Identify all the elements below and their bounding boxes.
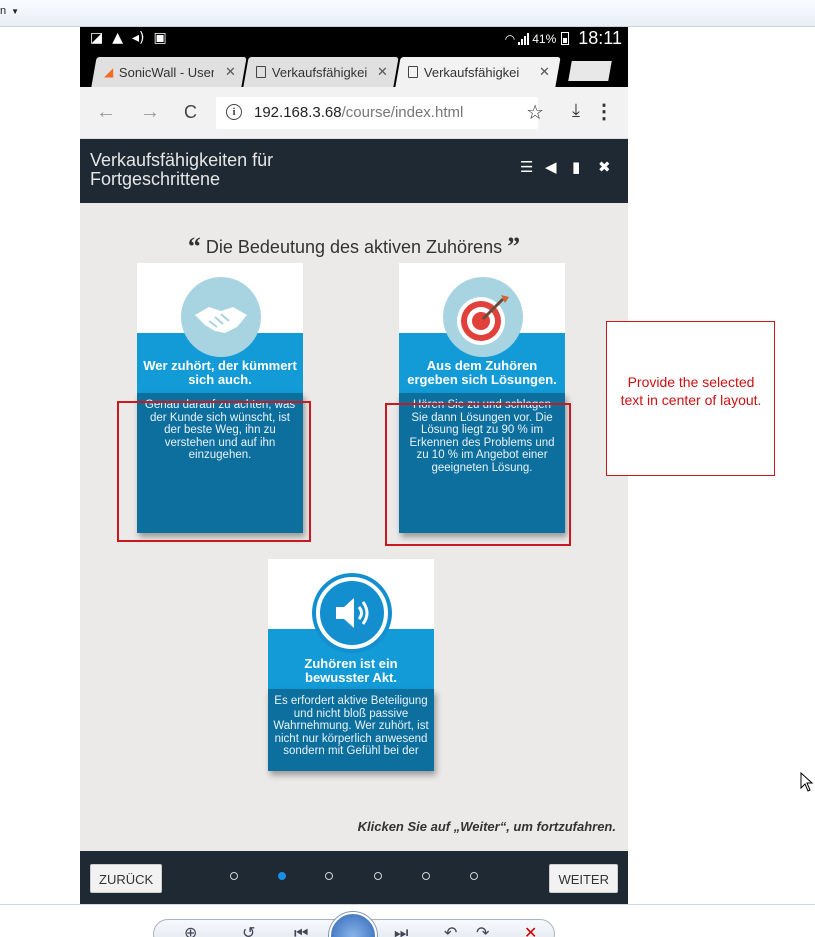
next-icon[interactable]: ⏭ xyxy=(394,923,408,937)
reload-icon[interactable]: C xyxy=(184,102,197,123)
url-text: 192.168.3.68/course/index.html xyxy=(254,104,463,121)
selection-box-2 xyxy=(385,403,571,546)
close-quote-icon: ” xyxy=(507,232,521,261)
mouse-cursor-icon xyxy=(800,772,814,792)
open-quote-icon: “ xyxy=(187,232,201,261)
wifi-icon: ◠ xyxy=(504,31,516,46)
download-icon[interactable]: ⤓ xyxy=(572,100,580,121)
info-card-speaker: Zuhören ist ein bewusster Akt. Es erford… xyxy=(268,559,434,771)
next-button[interactable]: WEITER xyxy=(549,864,618,893)
url-field[interactable]: i 192.168.3.68/course/index.html xyxy=(216,97,538,129)
page-dot-1[interactable] xyxy=(230,872,238,880)
slide-footer: ZURÜCK WEITER xyxy=(80,851,628,904)
course-header: Verkaufsfähigkeiten für Fortgeschrittene… xyxy=(80,139,628,203)
target-icon xyxy=(443,277,523,357)
browser-tab-bar: ◢ SonicWall - User ✕ Verkaufsfähigkei ✕ … xyxy=(80,51,628,87)
url-host: 192.168.3.68 xyxy=(254,104,342,121)
page-dot-4[interactable] xyxy=(374,872,382,880)
info-icon[interactable]: i xyxy=(226,104,242,120)
rotate-icon[interactable]: ↺ xyxy=(242,923,255,937)
clock: 18:11 xyxy=(578,28,622,48)
tab-title: Verkaufsfähigkei xyxy=(424,64,519,80)
rotate-right-icon[interactable]: ↷ xyxy=(476,923,489,937)
back-arrow-icon[interactable]: ← xyxy=(96,101,116,124)
tab-title: SonicWall - User xyxy=(119,64,215,80)
page-dot-5[interactable] xyxy=(422,872,430,880)
forward-arrow-icon[interactable]: → xyxy=(140,101,160,124)
sim-icon: ▣ xyxy=(153,30,167,46)
close-tab-icon[interactable]: ✕ xyxy=(539,64,550,80)
tab-title: Verkaufsfähigkei xyxy=(272,64,367,80)
battery-percent: 41% xyxy=(532,31,557,46)
menu-list-icon[interactable]: ☰ xyxy=(520,158,533,176)
annotation-text: Provide the selected text in center of l… xyxy=(620,374,762,408)
glossary-icon[interactable]: ▮ xyxy=(572,158,580,176)
slide-title-row: “ Die Bedeutung des aktiven Zuhörens ” xyxy=(80,232,628,262)
address-bar: ← → C i 192.168.3.68/course/index.html ☆… xyxy=(80,87,628,139)
status-bar: ◪ ▲ ◂) ▣ ◠ 41% 18:11 xyxy=(80,27,628,51)
bookmark-star-icon[interactable]: ☆ xyxy=(526,100,544,124)
delete-icon[interactable]: ✕ xyxy=(524,923,537,937)
back-button[interactable]: ZURÜCK xyxy=(90,864,163,893)
close-icon[interactable]: ✖ xyxy=(598,158,611,176)
warning-icon: ▲ xyxy=(112,30,124,46)
page-dot-3[interactable] xyxy=(325,872,333,880)
card-text: Es erfordert aktive Beteiligung und nich… xyxy=(268,689,434,771)
volume-icon: ◂) xyxy=(132,30,145,46)
zoom-icon[interactable]: ⊕ xyxy=(184,923,197,937)
slide-title: Die Bedeutung des aktiven Zuhörens xyxy=(205,237,503,257)
url-path: /course/index.html xyxy=(341,104,464,121)
audio-icon[interactable]: ◀ xyxy=(545,158,557,176)
menu-kebab-icon[interactable]: ⋮ xyxy=(594,99,614,124)
tab-sonicwall[interactable]: ◢ SonicWall - User ✕ xyxy=(91,57,247,87)
signal-icon xyxy=(518,32,530,45)
caret-down-icon: ▼ xyxy=(11,7,20,16)
previous-icon[interactable]: ⏮ xyxy=(294,923,308,937)
selection-box-1 xyxy=(117,401,311,542)
host-bottom-toolbar: ⊕ ↺ ⏮ ⏭ ↶ ↷ ✕ xyxy=(0,904,815,937)
slideshow-button[interactable] xyxy=(329,912,377,937)
battery-icon xyxy=(561,32,570,45)
phone-screen: ◪ ▲ ◂) ▣ ◠ 41% 18:11 ◢ SonicWall - User … xyxy=(80,27,628,904)
speaker-icon xyxy=(312,573,392,653)
close-tab-icon[interactable]: ✕ xyxy=(377,64,388,80)
document-icon xyxy=(256,66,266,78)
slide-stage: “ Die Bedeutung des aktiven Zuhörens ” W… xyxy=(80,203,628,851)
sonicwall-logo-icon: ◢ xyxy=(104,65,114,79)
new-tab-button[interactable] xyxy=(568,61,612,81)
course-title: Verkaufsfähigkeiten für Fortgeschrittene xyxy=(90,150,274,189)
tab-course-2[interactable]: Verkaufsfähigkei ✕ xyxy=(395,57,561,87)
annotation-note: Provide the selected text in center of l… xyxy=(606,321,775,476)
tab-course-1[interactable]: Verkaufsfähigkei ✕ xyxy=(243,57,399,87)
page-dot-2[interactable] xyxy=(278,872,286,880)
handshake-icon xyxy=(181,277,261,357)
host-menu[interactable]: n ▼ xyxy=(0,5,19,17)
continue-hint: Klicken Sie auf „Weiter“, um fortzufahre… xyxy=(357,819,616,834)
media-toolbar: ⊕ ↺ ⏮ ⏭ ↶ ↷ ✕ xyxy=(153,912,555,937)
host-toolbar: n ▼ xyxy=(0,0,815,27)
document-icon xyxy=(408,66,418,78)
image-icon: ◪ xyxy=(90,30,104,46)
host-menu-label: n xyxy=(0,5,7,17)
rotate-left-icon[interactable]: ↶ xyxy=(444,923,457,937)
screen: n ▼ ◪ ▲ ◂) ▣ ◠ 41% 18:11 ◢ SonicWall - Us… xyxy=(0,0,815,937)
close-tab-icon[interactable]: ✕ xyxy=(225,64,236,80)
page-dot-6[interactable] xyxy=(470,872,478,880)
